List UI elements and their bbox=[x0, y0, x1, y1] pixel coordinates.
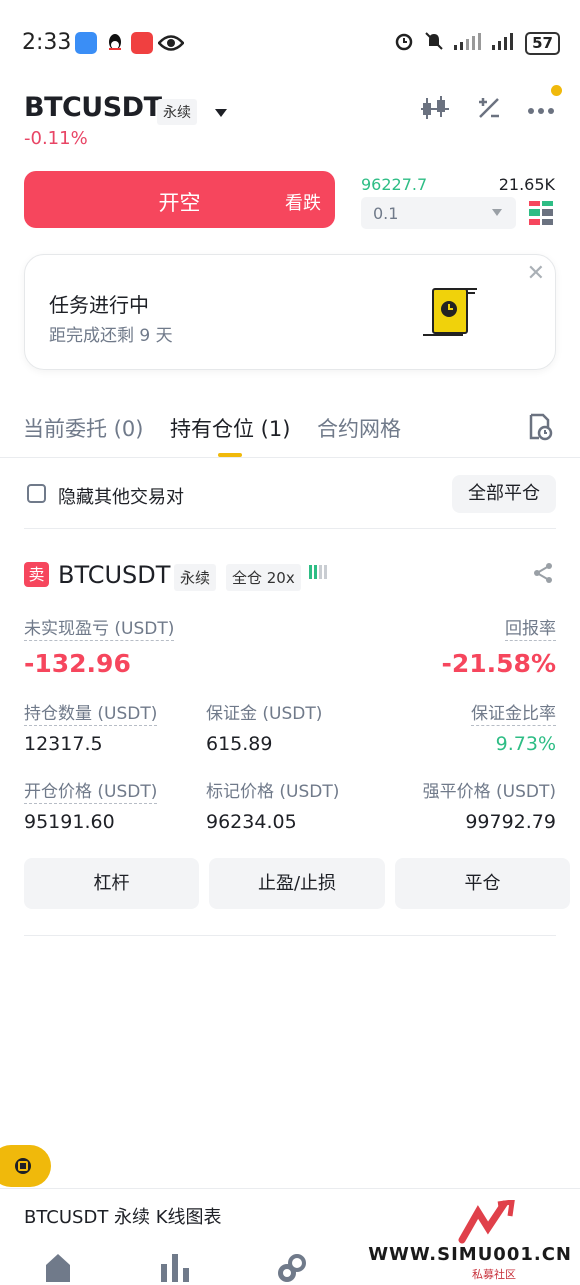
margin-value: 615.89 bbox=[206, 733, 273, 755]
entry-price-value: 95191.60 bbox=[24, 811, 115, 833]
calculator-icon[interactable] bbox=[476, 95, 502, 125]
close-all-button[interactable]: 全部平仓 bbox=[452, 475, 556, 513]
trade-icon[interactable] bbox=[276, 1254, 306, 1285]
entry-price-label[interactable]: 开仓价格 (USDT) bbox=[24, 777, 158, 804]
watermark-logo-icon bbox=[456, 1199, 520, 1250]
position-size-value: 12317.5 bbox=[24, 733, 103, 755]
filter-divider bbox=[24, 528, 556, 529]
message-app-icon bbox=[75, 32, 97, 54]
mark-price-value: 96234.05 bbox=[206, 811, 297, 833]
caret-down-icon[interactable] bbox=[214, 103, 228, 122]
tab-contract-grid[interactable]: 合约网格 bbox=[317, 413, 401, 443]
status-time: 2:33 bbox=[22, 30, 72, 55]
close-position-button[interactable]: 平仓 bbox=[395, 858, 570, 909]
hide-other-pairs-checkbox[interactable] bbox=[27, 484, 46, 503]
mark-price-label: 标记价格 (USDT) bbox=[206, 782, 340, 802]
roe-label[interactable]: 回报率 bbox=[505, 614, 556, 641]
adl-indicator-icon bbox=[308, 563, 328, 585]
position-contract-tag: 永续 bbox=[174, 564, 217, 591]
candlestick-chart-icon[interactable] bbox=[420, 95, 450, 125]
open-short-sublabel: 看跌 bbox=[285, 193, 321, 214]
price-change: -0.11% bbox=[24, 128, 88, 149]
tabs-divider bbox=[0, 457, 580, 458]
hide-other-pairs-label[interactable]: 隐藏其他交易对 bbox=[58, 483, 184, 509]
share-icon[interactable] bbox=[532, 562, 554, 588]
task-clock-illustration-icon bbox=[419, 285, 479, 345]
position-divider bbox=[24, 935, 556, 936]
task-title: 任务进行中 bbox=[49, 293, 149, 317]
volume: 21.65K bbox=[498, 175, 555, 194]
watermark-text: WWW.SIMU001.CN bbox=[368, 1244, 572, 1265]
margin-mode-tag[interactable]: 全仓 20x bbox=[226, 564, 301, 591]
leverage-button[interactable]: 杠杆 bbox=[24, 858, 199, 909]
alarm-icon bbox=[393, 30, 415, 56]
tab-open-orders[interactable]: 当前委托 (0) bbox=[23, 413, 143, 443]
liquidation-price-label: 强平价格 (USDT) bbox=[422, 782, 556, 802]
signal-1-icon bbox=[453, 31, 483, 55]
mute-icon bbox=[423, 30, 445, 56]
sell-side-badge: 卖 bbox=[24, 562, 49, 587]
order-history-icon[interactable] bbox=[528, 413, 554, 445]
kline-chart-label: BTCUSDT 永续 K线图表 bbox=[24, 1207, 222, 1228]
home-icon[interactable] bbox=[44, 1252, 72, 1285]
tp-sl-button[interactable]: 止盈/止损 bbox=[209, 858, 385, 909]
header-actions bbox=[420, 84, 562, 125]
floating-action-button[interactable] bbox=[0, 1145, 51, 1187]
task-card[interactable]: 任务进行中 距完成还剩 9 天 ✕ bbox=[24, 254, 556, 370]
margin-label: 保证金 (USDT) bbox=[206, 704, 323, 724]
position-size-label[interactable]: 持仓数量 (USDT) bbox=[24, 699, 158, 726]
more-icon[interactable] bbox=[528, 84, 562, 120]
pair-title[interactable]: BTCUSDT bbox=[24, 92, 162, 123]
battery-indicator: 57 bbox=[525, 31, 560, 55]
quantity-select[interactable]: 0.1 bbox=[361, 197, 516, 229]
signal-2-icon bbox=[491, 31, 517, 55]
liquidation-price-value: 99792.79 bbox=[465, 811, 556, 833]
contract-type-tag: 永续 bbox=[157, 99, 197, 125]
roe-value: -21.58% bbox=[441, 649, 556, 678]
unrealized-pnl-value: -132.96 bbox=[24, 649, 131, 678]
chevron-down-icon bbox=[492, 209, 502, 216]
unrealized-pnl-label[interactable]: 未实现盈亏 (USDT) bbox=[24, 614, 175, 641]
tab-positions[interactable]: 持有仓位 (1) bbox=[170, 413, 290, 443]
notification-dot bbox=[551, 84, 562, 96]
orderbook-toggle-icon[interactable] bbox=[529, 200, 553, 230]
open-short-button[interactable]: 开空 看跌 bbox=[24, 171, 335, 228]
status-right: 57 bbox=[393, 30, 560, 56]
shopping-app-icon bbox=[131, 32, 153, 54]
markets-icon[interactable] bbox=[160, 1252, 190, 1285]
qq-app-icon bbox=[104, 32, 126, 54]
task-subtitle: 距完成还剩 9 天 bbox=[49, 326, 173, 346]
margin-ratio-label[interactable]: 保证金比率 bbox=[471, 699, 556, 726]
last-price: 96227.7 bbox=[361, 175, 428, 194]
quantity-value: 0.1 bbox=[373, 204, 399, 223]
margin-ratio-value: 9.73% bbox=[495, 733, 556, 755]
position-symbol[interactable]: BTCUSDT bbox=[58, 561, 170, 589]
close-icon[interactable]: ✕ bbox=[527, 261, 545, 286]
watermark-subtext: 私募社区 bbox=[472, 1268, 516, 1281]
eye-icon bbox=[157, 32, 185, 58]
